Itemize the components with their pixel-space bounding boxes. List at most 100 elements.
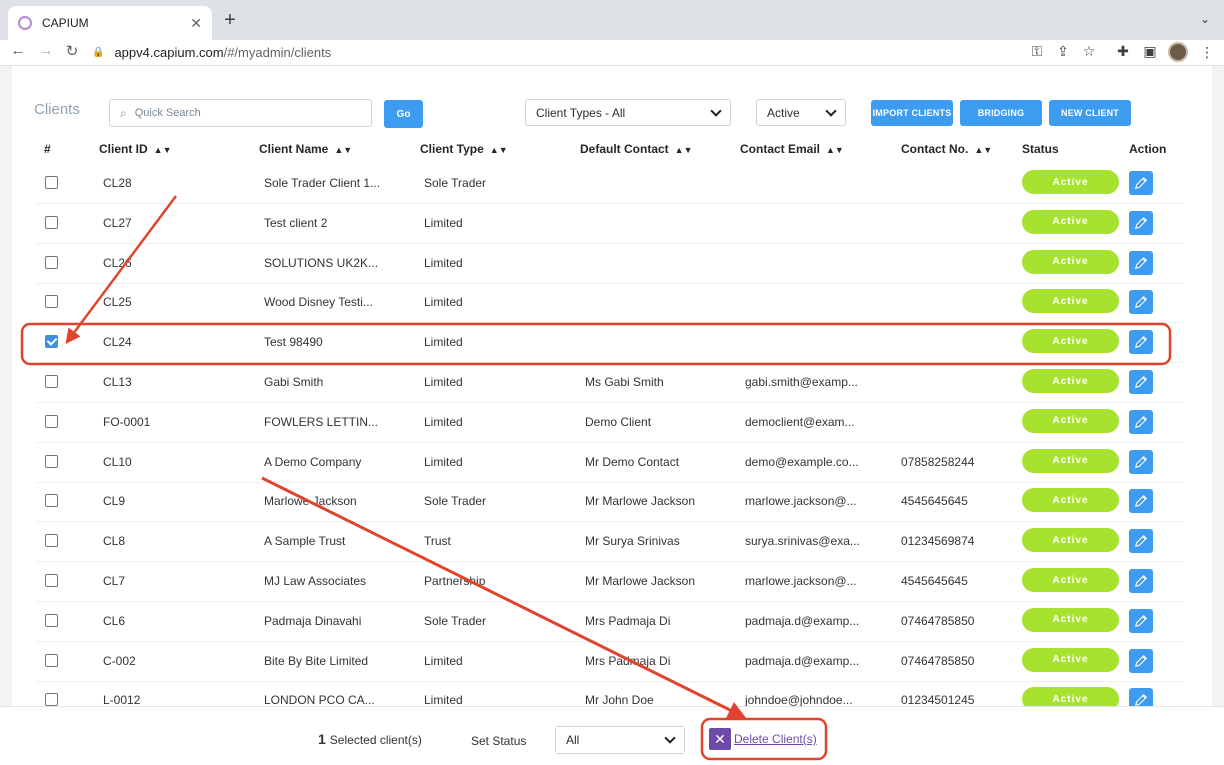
status-badge[interactable]: Active xyxy=(1022,528,1119,553)
edit-button[interactable] xyxy=(1129,370,1153,394)
table-row[interactable]: CL8 A Sample Trust Trust Mr Surya Srinivas s… xyxy=(36,522,1184,563)
sort-icon[interactable]: ▲▼ xyxy=(154,145,172,155)
status-badge[interactable]: Active xyxy=(1022,369,1119,393)
status-badge[interactable]: Active xyxy=(1022,607,1119,632)
new-client-button[interactable]: NEW CLIENT xyxy=(1049,100,1131,126)
set-status-select[interactable]: All xyxy=(555,726,685,754)
status-badge[interactable]: Active xyxy=(1022,209,1119,234)
row-checkbox[interactable] xyxy=(45,335,58,349)
back-icon[interactable]: ← xyxy=(8,42,28,59)
row-checkbox[interactable] xyxy=(45,414,58,428)
table-row[interactable]: CL6 Padmaja Dinavahi Sole Trader Mrs Padmaj… xyxy=(36,602,1184,642)
delete-clients-link[interactable]: Delete Client(s) xyxy=(734,732,817,746)
table-row[interactable]: CL25 Wood Disney Testi... Limited Active xyxy=(36,283,1184,324)
column-header-status: Status xyxy=(1022,142,1059,156)
client-name-cell: MJ Law Associates xyxy=(264,574,367,588)
sort-icon[interactable]: ▲▼ xyxy=(675,145,693,155)
close-tab-icon[interactable]: ✕ xyxy=(190,15,202,32)
row-checkbox[interactable] xyxy=(45,375,58,388)
edit-button[interactable] xyxy=(1129,210,1153,235)
status-badge[interactable]: Active xyxy=(1022,408,1119,433)
sort-icon[interactable]: ▲▼ xyxy=(974,145,992,155)
bridging-button[interactable]: BRIDGING xyxy=(960,100,1042,126)
column-header-label: Default Contact xyxy=(580,142,669,156)
bookmark-star-icon[interactable]: ☆ xyxy=(1080,43,1098,60)
lock-icon: 🔒 xyxy=(92,46,105,58)
row-checkbox[interactable] xyxy=(45,653,58,667)
edit-button[interactable] xyxy=(1129,330,1153,355)
sort-icon[interactable]: ▲▼ xyxy=(826,145,844,155)
status-badge[interactable]: Active xyxy=(1022,289,1119,314)
row-checkbox[interactable] xyxy=(45,255,58,269)
edit-button[interactable] xyxy=(1129,489,1153,514)
reload-icon[interactable]: ↻ xyxy=(62,42,82,60)
row-checkbox[interactable] xyxy=(45,176,58,189)
table-row[interactable]: C-002 Bite By Bite Limited Limited Mrs Padm… xyxy=(36,642,1184,682)
table-row[interactable]: CL13 Gabi Smith Limited Ms Gabi Smith gabi.s… xyxy=(36,363,1184,403)
new-tab-icon[interactable]: + xyxy=(220,10,240,30)
key-icon[interactable]: ⚿ xyxy=(1028,43,1046,60)
delete-clients-button[interactable]: ✕ Delete Client(s) xyxy=(709,728,817,750)
browser-tab[interactable]: CAPIUM ✕ xyxy=(8,6,212,40)
column-header-contact-email[interactable]: Contact Email ▲▼ xyxy=(740,142,844,156)
status-badge[interactable]: Active xyxy=(1022,170,1119,194)
active-filter-select[interactable]: Active xyxy=(756,99,846,126)
share-icon[interactable]: ⇪ xyxy=(1054,43,1072,60)
tab-search-chevron-icon[interactable]: ⌄ xyxy=(1200,12,1210,26)
client-types-select[interactable]: Client Types - All xyxy=(525,99,731,126)
profile-avatar[interactable] xyxy=(1168,42,1188,62)
go-button[interactable]: Go xyxy=(384,100,423,128)
status-badge[interactable]: Active xyxy=(1022,448,1119,473)
table-row[interactable]: CL28 Sole Trader Client 1... Sole Trader Ac… xyxy=(36,164,1184,204)
column-header-contact-no[interactable]: Contact No. ▲▼ xyxy=(901,142,992,156)
browser-menu-icon[interactable]: ⋮ xyxy=(1200,44,1214,61)
edit-button[interactable] xyxy=(1129,449,1153,474)
pencil-icon xyxy=(1134,415,1148,428)
row-checkbox[interactable] xyxy=(45,534,58,548)
sort-icon[interactable]: ▲▼ xyxy=(490,145,508,155)
edit-button[interactable] xyxy=(1129,608,1153,633)
column-header-default-contact[interactable]: Default Contact ▲▼ xyxy=(580,142,693,156)
edit-button[interactable] xyxy=(1129,569,1153,593)
status-badge[interactable]: Active xyxy=(1022,647,1119,672)
row-checkbox[interactable] xyxy=(45,613,58,627)
sort-icon[interactable]: ▲▼ xyxy=(334,145,352,155)
row-checkbox[interactable] xyxy=(45,295,58,309)
table-row[interactable]: CL24 Test 98490 Limited Active xyxy=(36,323,1184,364)
selected-count-label: Selected client(s) xyxy=(329,733,422,747)
edit-button[interactable] xyxy=(1129,250,1153,275)
status-badge[interactable]: Active xyxy=(1022,329,1119,354)
address-bar[interactable]: 🔒 appv4.capium.com/#/myadmin/clients xyxy=(92,41,1022,63)
row-checkbox[interactable] xyxy=(45,494,58,508)
import-clients-button[interactable]: IMPORT CLIENTS xyxy=(871,100,953,126)
side-panel-icon[interactable]: ▣ xyxy=(1141,43,1159,60)
client-type-cell: Limited xyxy=(424,454,463,469)
forward-icon[interactable]: → xyxy=(36,42,56,59)
table-row[interactable]: CL26 SOLUTIONS UK2K... Limited Active xyxy=(36,244,1184,284)
row-checkbox[interactable] xyxy=(45,215,58,229)
column-header-client-type[interactable]: Client Type ▲▼ xyxy=(420,142,508,156)
column-header-client-id[interactable]: Client ID ▲▼ xyxy=(99,142,172,156)
column-header-client-name[interactable]: Client Name ▲▼ xyxy=(259,142,352,156)
search-input[interactable]: ⌕ Quick Search xyxy=(109,99,372,127)
row-checkbox[interactable] xyxy=(45,454,58,468)
edit-button[interactable] xyxy=(1129,290,1153,315)
edit-button[interactable] xyxy=(1129,529,1153,554)
status-badge[interactable]: Active xyxy=(1022,249,1119,274)
client-type-cell: Sole Trader xyxy=(424,494,487,509)
table-row[interactable]: FO-0001 FOWLERS LETTIN... Limited Demo Clie… xyxy=(36,403,1184,443)
edit-button[interactable] xyxy=(1129,648,1153,673)
row-checkbox[interactable] xyxy=(45,574,58,587)
table-row[interactable]: CL27 Test client 2 Limited Active xyxy=(36,204,1184,244)
extensions-icon[interactable]: ✚ xyxy=(1114,43,1132,60)
edit-button[interactable] xyxy=(1129,409,1153,434)
client-name-cell: Test client 2 xyxy=(264,215,328,230)
table-row[interactable]: CL9 Marlowe Jackson Sole Trader Mr Marlowe … xyxy=(36,482,1184,523)
status-badge[interactable]: Active xyxy=(1022,488,1119,513)
edit-button[interactable] xyxy=(1129,171,1153,195)
row-checkbox[interactable] xyxy=(45,693,58,707)
status-badge[interactable]: Active xyxy=(1022,568,1119,592)
table-row[interactable]: CL7 MJ Law Associates Partnership Mr Marlow… xyxy=(36,562,1184,602)
table-row[interactable]: CL10 A Demo Company Limited Mr Demo Contact… xyxy=(36,443,1184,483)
default-contact-cell: Mrs Padmaja Di xyxy=(585,653,671,668)
